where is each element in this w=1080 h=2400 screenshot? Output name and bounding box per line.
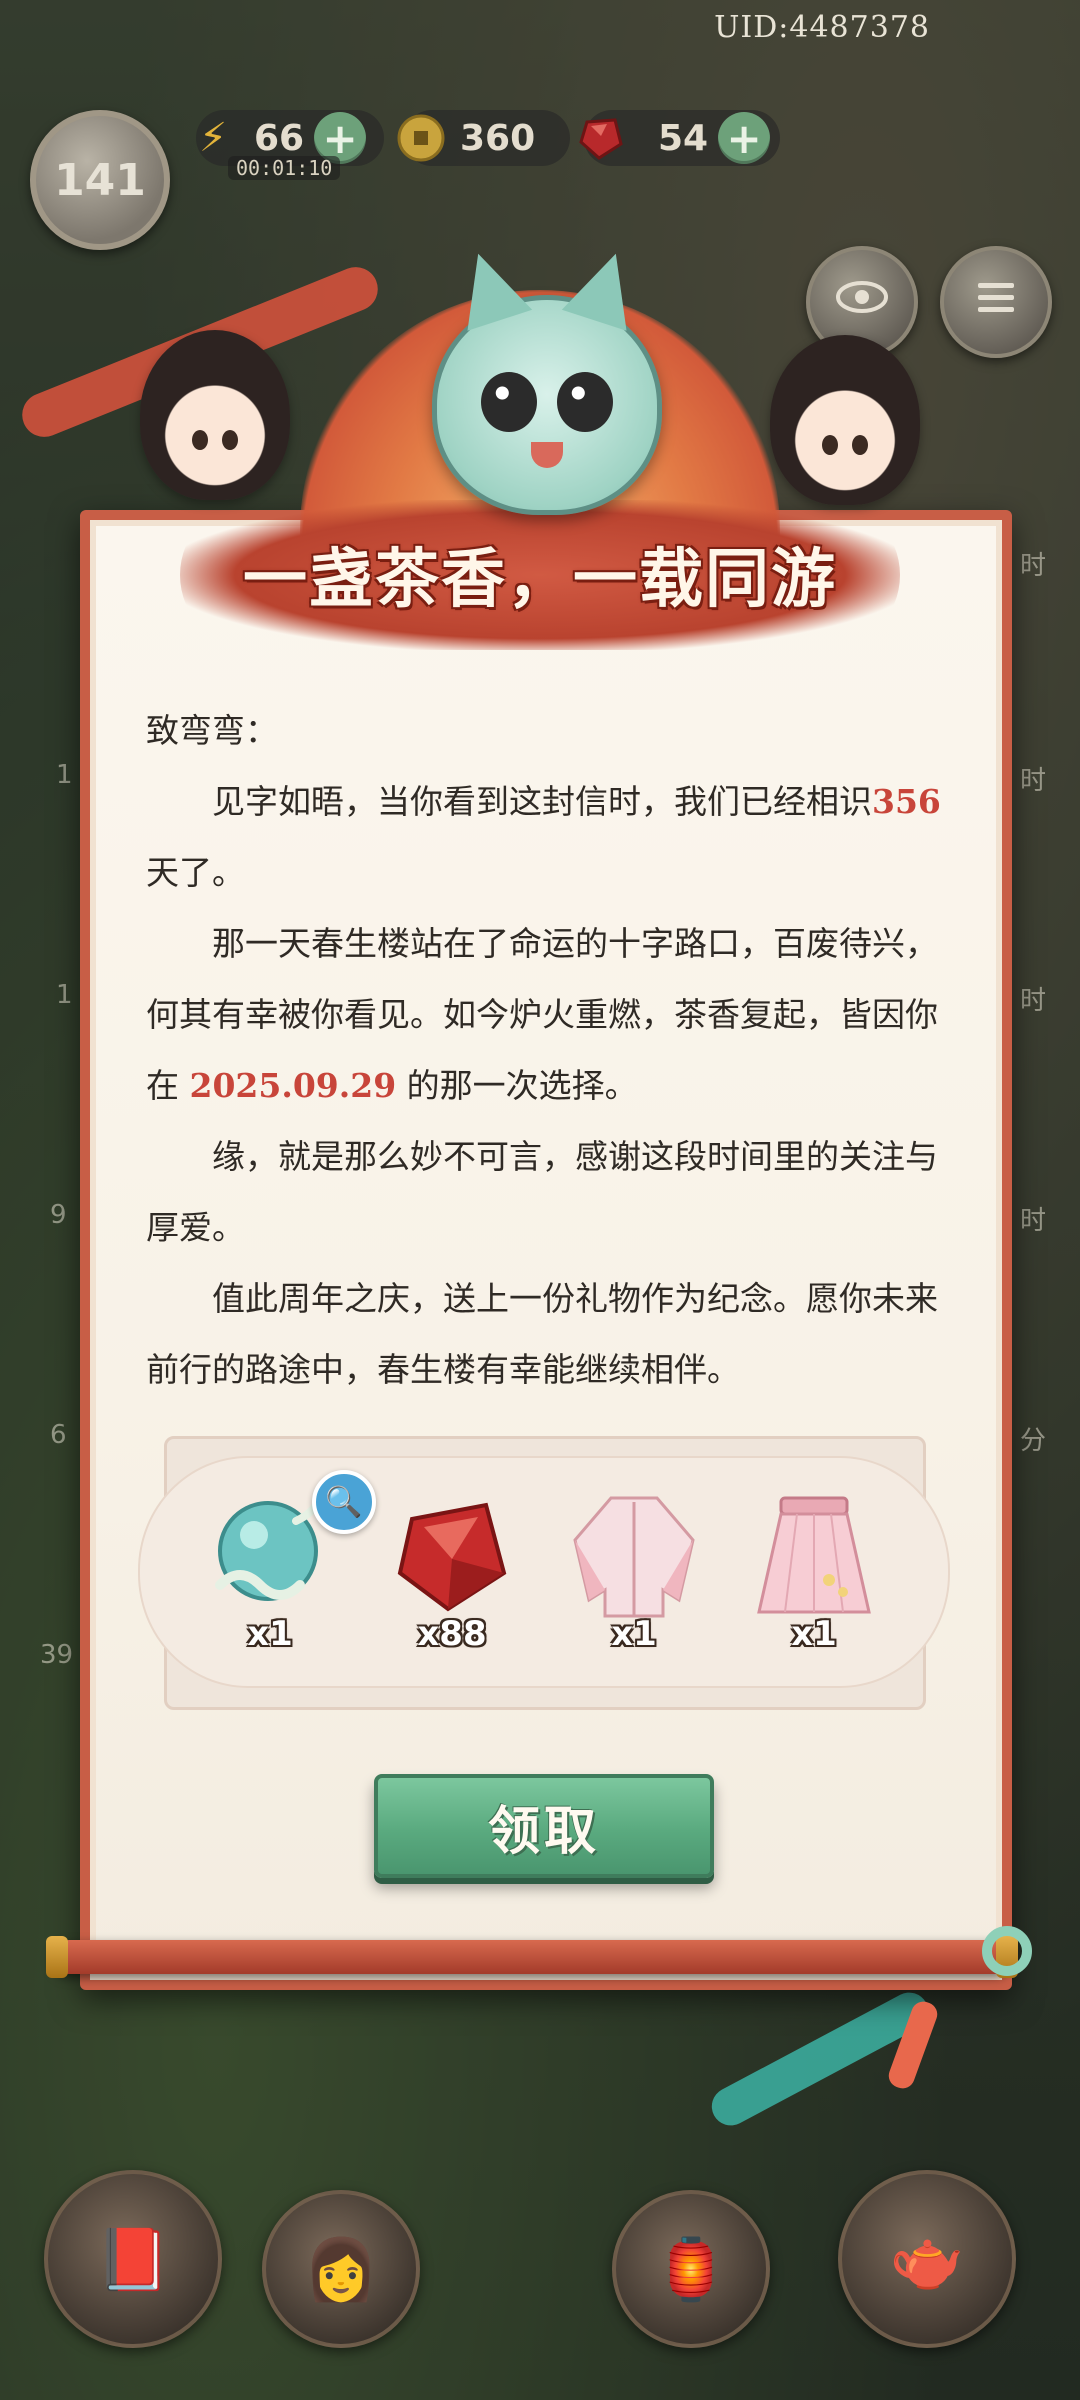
mascot-eye: [481, 372, 537, 432]
reward-qty: x1: [791, 1614, 837, 1654]
reward-qty: x1: [247, 1614, 293, 1654]
letter-salutation: 致弯弯：: [146, 711, 278, 750]
coin-value: 360: [460, 117, 536, 159]
side-label: 9: [50, 1200, 67, 1230]
dock-book-button[interactable]: 📕: [44, 2170, 222, 2348]
dock-shop-button[interactable]: 🏮: [612, 2190, 770, 2348]
pink-hanfu-top-icon: [559, 1480, 709, 1630]
side-label: 39: [40, 1640, 74, 1670]
letter-body: 致弯弯： 见字如晤，当你看到这封信时，我们已经相识356 天了。 那一天春生楼站…: [146, 695, 950, 1405]
side-label: 1: [56, 760, 73, 790]
jade-pendant-decoration: [982, 1926, 1032, 1976]
level-value: 141: [54, 154, 146, 206]
reward-qty: x88: [417, 1614, 487, 1654]
menu-button[interactable]: [940, 246, 1052, 358]
mascot-mouth: [531, 442, 563, 468]
uid-label: UID:4487378: [714, 10, 930, 45]
letter-paragraph-4: 值此周年之庆，送上一份礼物作为纪念。愿你未来前行的路途中，春生楼有幸能继续相伴。: [146, 1279, 938, 1389]
red-gem-icon: [574, 111, 628, 165]
scroll-rod: [46, 1936, 1018, 1978]
girl-eye: [822, 435, 838, 455]
start-date: 2025.09.29: [189, 1066, 397, 1105]
side-label: 时: [1020, 1206, 1047, 1236]
dock-teapot-button[interactable]: 🫖: [838, 2170, 1016, 2348]
side-label: 1: [56, 980, 73, 1010]
menu-icon: [974, 277, 1018, 328]
letter-paragraph-2: 那一天春生楼站在了命运的十字路口，百废待兴，何其有幸被你看见。如今炉火重燃，茶香…: [146, 908, 950, 1121]
coin-icon: [394, 111, 448, 165]
days-count: 356: [872, 782, 941, 821]
add-gems-button[interactable]: +: [718, 112, 771, 164]
eye-icon: [834, 277, 890, 328]
side-label: 时: [1020, 766, 1047, 796]
side-label: 时: [1020, 986, 1047, 1016]
side-label: 6: [50, 1420, 67, 1450]
letter-title: 一盏茶香，一载同游: [243, 542, 837, 617]
energy-value: 66: [254, 117, 305, 159]
p1-text: 见字如晤，当你看到这封信时，我们已经相识: [212, 782, 872, 821]
reward-item-red-gem[interactable]: x88: [372, 1480, 532, 1680]
cat-mascot: [432, 295, 662, 515]
side-label: 分: [1020, 1426, 1047, 1456]
p2-text-end: 的那一次选择。: [396, 1066, 638, 1105]
letter-paragraph-3: 缘，就是那么妙不可言，感谢这段时间里的关注与厚爱。: [146, 1137, 938, 1247]
magnify-icon[interactable]: 🔍: [312, 1470, 376, 1534]
girl-eye: [852, 435, 868, 455]
reward-item-skirt[interactable]: x1: [734, 1480, 894, 1680]
gem-value: 54: [658, 117, 709, 159]
p1-text-end: 天了。: [146, 853, 245, 892]
reward-qty: x1: [611, 1614, 657, 1654]
red-gem-icon: [377, 1480, 527, 1630]
reward-item-hanfu-top[interactable]: x1: [554, 1480, 714, 1680]
claim-button[interactable]: 领取: [374, 1774, 714, 1878]
girl-right-portrait: [770, 335, 920, 505]
book-icon: 📕: [95, 2224, 171, 2295]
gem-counter: 54 +: [579, 110, 780, 166]
girl-left-portrait: [140, 330, 290, 500]
mascot-eye: [557, 372, 613, 432]
character-icon: 👩: [303, 2234, 379, 2305]
shop-icon: 🏮: [653, 2234, 729, 2305]
letter-paragraph-1: 见字如晤，当你看到这封信时，我们已经相识356 天了。: [146, 766, 950, 908]
energy-timer: 00:01:10: [228, 156, 341, 180]
teapot-icon: 🫖: [889, 2224, 965, 2295]
player-level-badge[interactable]: 141: [30, 110, 170, 250]
pink-skirt-icon: [739, 1480, 889, 1630]
girl-eye: [192, 430, 208, 450]
girl-eye: [222, 430, 238, 450]
coin-counter: 360: [397, 110, 570, 166]
dock-character-button[interactable]: 👩: [262, 2190, 420, 2348]
